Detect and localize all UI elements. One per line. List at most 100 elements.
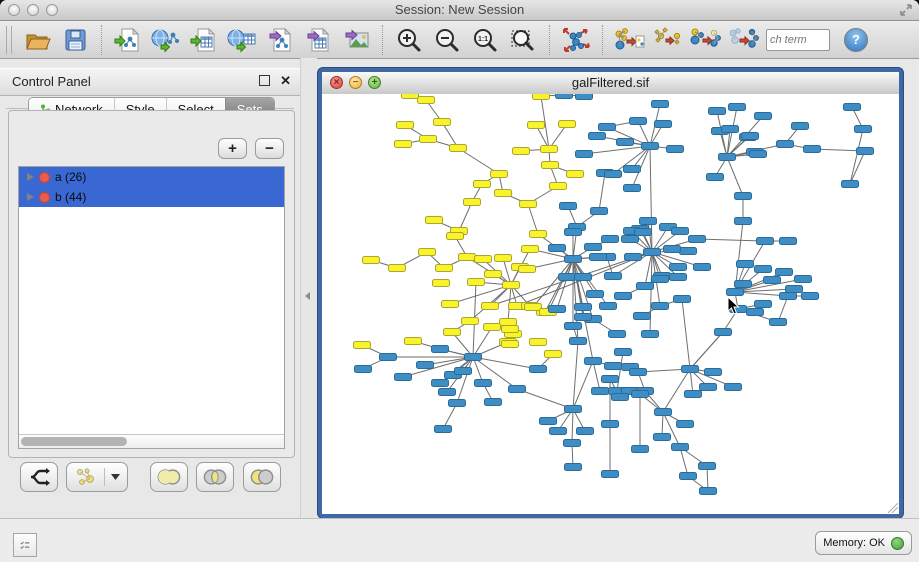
graph-node-yellow[interactable]	[474, 181, 491, 188]
graph-node-blue[interactable]	[355, 366, 372, 373]
graph-node-yellow[interactable]	[426, 217, 443, 224]
open-session-icon[interactable]	[19, 23, 55, 57]
graph-node-blue[interactable]	[530, 366, 547, 373]
graph-edge[interactable]	[599, 173, 605, 211]
graph-node-yellow[interactable]	[567, 171, 584, 178]
graph-node-yellow[interactable]	[447, 233, 464, 240]
close-panel-icon[interactable]: ✕	[280, 73, 291, 89]
graph-node-blue[interactable]	[770, 319, 787, 326]
graph-edge[interactable]	[572, 409, 573, 443]
intersection-icon[interactable]	[196, 462, 234, 492]
graph-node-blue[interactable]	[591, 208, 608, 215]
graph-node-blue[interactable]	[432, 380, 449, 387]
graph-node-blue[interactable]	[632, 391, 649, 398]
difference-icon[interactable]	[243, 462, 281, 492]
zoom-in-icon[interactable]	[391, 23, 427, 57]
graph-node-blue[interactable]	[780, 238, 797, 245]
graph-node-blue[interactable]	[559, 274, 576, 281]
graph-node-blue[interactable]	[602, 376, 619, 383]
graph-node-blue[interactable]	[802, 293, 819, 300]
export-network-icon[interactable]	[262, 23, 298, 57]
export-image-icon[interactable]	[338, 23, 374, 57]
graph-node-blue[interactable]	[680, 248, 697, 255]
apply-layout-icon[interactable]	[558, 23, 594, 57]
graph-node-blue[interactable]	[742, 133, 759, 140]
graph-node-yellow[interactable]	[482, 303, 499, 310]
graph-node-blue[interactable]	[764, 277, 781, 284]
graph-node-blue[interactable]	[556, 94, 573, 99]
graph-edge[interactable]	[584, 146, 650, 154]
graph-node-blue[interactable]	[857, 148, 874, 155]
zoom-selected-region-icon[interactable]	[505, 23, 541, 57]
graph-node-blue[interactable]	[602, 421, 619, 428]
zoom-actual-size-icon[interactable]: 1:1	[467, 23, 503, 57]
graph-node-blue[interactable]	[694, 264, 711, 271]
graph-node-yellow[interactable]	[522, 246, 539, 253]
graph-node-yellow[interactable]	[402, 94, 419, 99]
graph-node-blue[interactable]	[725, 384, 742, 391]
graph-node-blue[interactable]	[585, 358, 602, 365]
graph-node-blue[interactable]	[587, 291, 604, 298]
graph-node-blue[interactable]	[735, 193, 752, 200]
graph-node-blue[interactable]	[615, 293, 632, 300]
graph-node-blue[interactable]	[455, 368, 472, 375]
graph-node-blue[interactable]	[630, 118, 647, 125]
graph-node-yellow[interactable]	[354, 342, 371, 349]
graph-node-blue[interactable]	[625, 254, 642, 261]
graph-node-blue[interactable]	[795, 276, 812, 283]
help-icon[interactable]: ?	[844, 28, 868, 52]
graph-node-blue[interactable]	[855, 126, 872, 133]
graph-edge[interactable]	[617, 352, 623, 391]
graph-node-blue[interactable]	[635, 229, 652, 236]
panel-splitter[interactable]	[300, 58, 317, 518]
graph-node-blue[interactable]	[624, 185, 641, 192]
graph-node-blue[interactable]	[699, 463, 716, 470]
graph-node-blue[interactable]	[632, 446, 649, 453]
graph-node-yellow[interactable]	[542, 162, 559, 169]
graph-node-blue[interactable]	[432, 346, 449, 353]
first-neighbors-icon[interactable]	[611, 23, 647, 57]
graph-node-blue[interactable]	[680, 473, 697, 480]
graph-node-blue[interactable]	[842, 181, 859, 188]
graph-node-yellow[interactable]	[545, 351, 562, 358]
graph-edge[interactable]	[690, 332, 723, 369]
import-network-file-icon[interactable]	[110, 23, 146, 57]
network-graph[interactable]	[322, 94, 899, 514]
graph-node-blue[interactable]	[715, 329, 732, 336]
import-table-file-icon[interactable]	[186, 23, 222, 57]
graph-node-blue[interactable]	[605, 273, 622, 280]
union-icon[interactable]	[150, 462, 188, 492]
graph-edge[interactable]	[650, 252, 652, 334]
graph-node-yellow[interactable]	[444, 329, 461, 336]
graph-node-yellow[interactable]	[363, 257, 380, 264]
graph-node-blue[interactable]	[682, 366, 699, 373]
graph-node-blue[interactable]	[439, 389, 456, 396]
graph-node-blue[interactable]	[565, 406, 582, 413]
graph-node-yellow[interactable]	[433, 280, 450, 287]
graph-node-blue[interactable]	[664, 246, 681, 253]
set-list-item[interactable]: b (44)	[19, 187, 284, 207]
graph-node-blue[interactable]	[617, 139, 634, 146]
graph-node-blue[interactable]	[757, 238, 774, 245]
graph-node-blue[interactable]	[549, 306, 566, 313]
graph-node-blue[interactable]	[689, 236, 706, 243]
graph-node-blue[interactable]	[550, 428, 567, 435]
graph-node-blue[interactable]	[575, 314, 592, 321]
graph-node-blue[interactable]	[642, 143, 659, 150]
graph-node-blue[interactable]	[672, 444, 689, 451]
graph-node-blue[interactable]	[652, 101, 669, 108]
graph-node-blue[interactable]	[615, 349, 632, 356]
graph-node-blue[interactable]	[719, 154, 736, 161]
graph-node-blue[interactable]	[592, 388, 609, 395]
zoom-out-icon[interactable]	[429, 23, 465, 57]
graph-node-blue[interactable]	[600, 303, 617, 310]
graph-node-yellow[interactable]	[491, 171, 508, 178]
graph-node-yellow[interactable]	[500, 319, 517, 326]
graph-node-yellow[interactable]	[419, 249, 436, 256]
graph-node-blue[interactable]	[637, 283, 654, 290]
expand-arrow-icon[interactable]	[27, 173, 34, 181]
graph-node-yellow[interactable]	[541, 146, 558, 153]
graph-node-blue[interactable]	[677, 421, 694, 428]
graph-node-blue[interactable]	[642, 331, 659, 338]
select-nodes-icon[interactable]	[687, 23, 723, 57]
